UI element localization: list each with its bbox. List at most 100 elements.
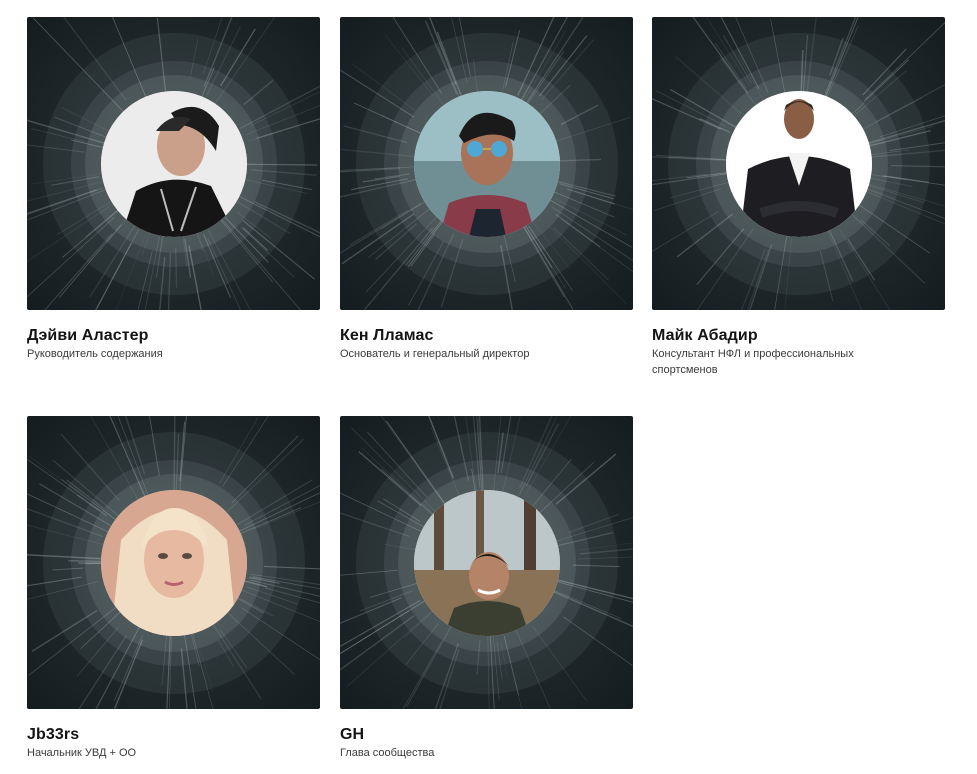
starburst-ray: [549, 589, 633, 628]
starburst-ray: [800, 50, 804, 92]
starburst-ray: [240, 226, 295, 278]
starburst-ray: [553, 227, 609, 281]
card-image: [652, 17, 945, 310]
starburst-ray: [209, 17, 276, 112]
starburst-ray: [392, 17, 443, 95]
starburst-ray: [264, 587, 320, 604]
starburst-ray: [864, 21, 945, 100]
starburst-ray: [802, 34, 809, 99]
starburst-ray: [819, 250, 834, 302]
member-name: GH: [340, 726, 365, 743]
person-sunglasses-photo: [413, 90, 560, 237]
team-grid: Дэйви Аластер Руководитель содержания Ке…: [0, 0, 977, 774]
member-name: Кен Лламас: [340, 327, 434, 344]
starburst-ray: [652, 211, 719, 252]
starburst-ray: [124, 416, 146, 475]
starburst-ray: [76, 494, 108, 517]
starburst-ray: [173, 416, 176, 500]
member-name: Jb33rs: [27, 726, 80, 743]
starburst-ray: [61, 479, 120, 523]
member-role: Руководитель содержания: [27, 348, 163, 360]
avatar: [100, 489, 247, 636]
starburst-ray: [341, 213, 415, 265]
starburst-ray: [27, 189, 97, 215]
starburst-ray: [436, 31, 464, 102]
starburst-ray: [827, 226, 854, 282]
starburst-ray: [246, 105, 320, 135]
team-card: Jb33rs Начальник УВД + ОО: [27, 416, 320, 761]
starburst-ray: [52, 567, 84, 571]
starburst-ray: [243, 79, 274, 106]
card-image: [27, 416, 320, 709]
starburst-ray: [556, 158, 601, 162]
starburst-ray: [95, 229, 140, 310]
starburst-ray: [189, 38, 199, 79]
starburst-ray: [27, 458, 102, 512]
starburst-ray: [476, 640, 481, 675]
starburst-ray: [579, 542, 633, 551]
starburst-ray: [28, 604, 119, 676]
starburst-ray: [500, 245, 513, 310]
team-card: Дэйви Аластер Руководитель содержания: [27, 17, 320, 362]
starburst-ray: [654, 188, 721, 212]
starburst-ray: [241, 607, 320, 661]
member-name: Майк Абадир: [652, 327, 758, 344]
starburst-ray: [156, 17, 167, 91]
person-blonde-photo: [100, 489, 247, 636]
card-image: [340, 17, 633, 310]
starburst-ray: [179, 421, 186, 482]
starburst-ray: [546, 576, 633, 600]
starburst-ray: [863, 59, 909, 102]
starburst-ray: [27, 187, 104, 215]
starburst-ray: [545, 517, 633, 545]
starburst-ray: [340, 569, 398, 576]
starburst-ray: [251, 169, 317, 176]
starburst-ray: [560, 104, 599, 126]
starburst-ray: [203, 234, 232, 298]
team-card: GH Глава сообщества: [340, 416, 633, 761]
starburst-ray: [202, 17, 223, 75]
starburst-ray: [518, 430, 552, 496]
starburst-ray: [550, 116, 631, 144]
member-role: Консультант НФЛ и профессиональных спорт…: [652, 348, 854, 376]
starburst-ray: [428, 17, 457, 85]
starburst-ray: [879, 115, 945, 138]
starburst-ray: [434, 643, 459, 709]
starburst-ray: [66, 479, 105, 510]
starburst-ray: [774, 230, 788, 310]
starburst-ray: [453, 416, 470, 481]
starburst-ray: [167, 252, 172, 310]
starburst-ray: [76, 627, 119, 677]
starburst-ray: [503, 232, 516, 282]
starburst-ray: [239, 85, 320, 129]
starburst-ray: [241, 163, 318, 166]
starburst-ray: [519, 416, 557, 495]
starburst-ray: [513, 625, 551, 709]
starburst-ray: [188, 245, 202, 310]
starburst-ray: [95, 625, 141, 709]
starburst-ray: [137, 251, 153, 310]
starburst-ray: [522, 221, 553, 269]
starburst-ray: [692, 17, 749, 94]
card-image: [340, 416, 633, 709]
starburst-ray: [854, 70, 907, 116]
starburst-ray: [530, 461, 595, 522]
starburst-ray: [864, 125, 934, 146]
starburst-ray: [530, 458, 572, 509]
starburst-ray: [670, 88, 744, 132]
starburst-ray: [440, 238, 464, 308]
starburst-ray: [405, 214, 447, 266]
starburst-ray: [403, 609, 435, 638]
starburst-ray: [827, 230, 863, 310]
starburst-ray: [370, 582, 418, 598]
starburst-ray: [439, 649, 460, 709]
starburst-ray: [872, 149, 945, 158]
starburst-ray: [579, 548, 633, 555]
avatar: [725, 90, 872, 237]
starburst-ray: [525, 423, 559, 487]
starburst-ray: [428, 416, 455, 479]
starburst-ray: [207, 238, 241, 310]
starburst-ray: [572, 564, 620, 568]
team-card: Майк Абадир Консультант НФЛ и профессион…: [652, 17, 945, 378]
starburst-ray: [860, 219, 891, 247]
